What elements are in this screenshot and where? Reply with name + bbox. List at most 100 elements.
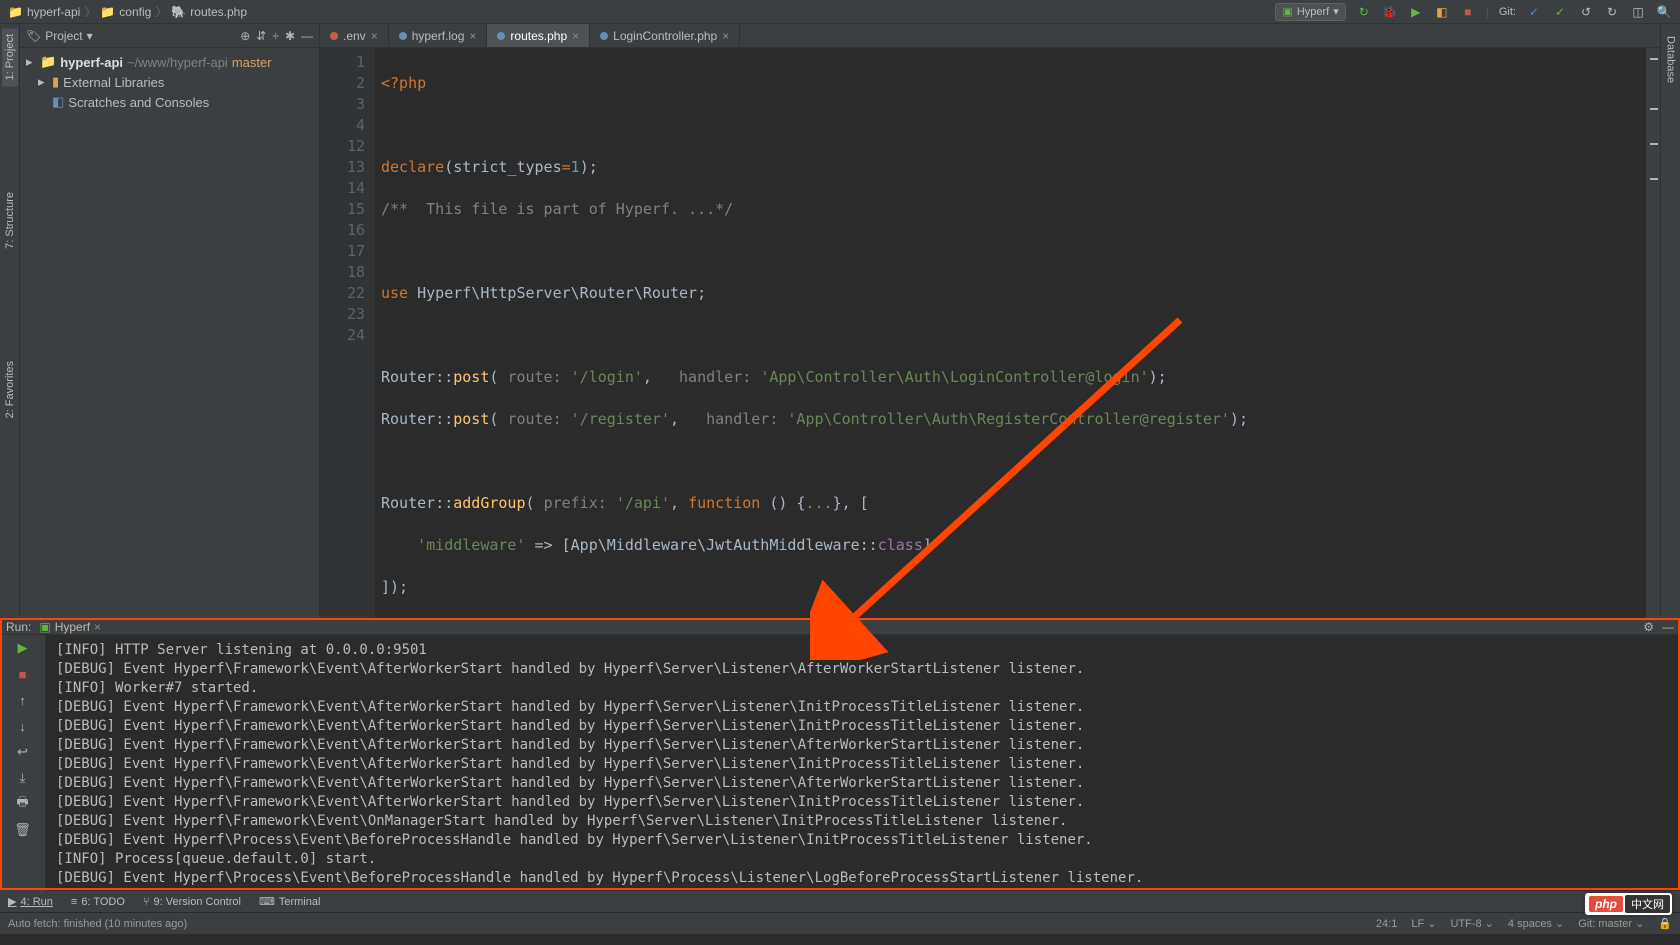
rollback-button[interactable]: ↻ (1604, 4, 1620, 20)
code-area[interactable]: <?php declare(strict_types=1); /** This … (375, 48, 1646, 618)
breadcrumb-item[interactable]: routes.php (190, 5, 247, 19)
caret-right-icon: ▸ (26, 54, 36, 70)
profiler-button[interactable]: ◧ (1434, 4, 1450, 20)
structure-toolwindow-tab[interactable]: 7: Structure (2, 186, 18, 255)
console-output[interactable]: [INFO] HTTP Server listening at 0.0.0.0:… (46, 635, 1680, 894)
close-icon[interactable]: × (572, 29, 579, 43)
project-toolwindow-tab[interactable]: 1: Project (2, 28, 18, 86)
breadcrumb-item[interactable]: hyperf-api (27, 5, 80, 19)
stop-button[interactable]: ■ (1460, 4, 1476, 20)
up-button[interactable]: ↑ (14, 691, 32, 709)
chevron-right-icon: 〉 (84, 3, 96, 20)
stop-button[interactable]: ■ (14, 665, 32, 683)
watermark-badge: php 中文网 (1585, 893, 1672, 915)
git-branch[interactable]: Git: master ⌄ (1578, 917, 1644, 930)
close-icon[interactable]: × (469, 29, 476, 43)
update-project-button[interactable]: ✓ (1526, 4, 1542, 20)
editor-tab-hyperf-log[interactable]: hyperf.log× (389, 24, 488, 47)
breadcrumb[interactable]: 📁 hyperf-api 〉 📁 config 〉 🐘 routes.php (8, 3, 247, 20)
run-tool-window: Run: ▣ Hyperf × ⚙ — ▶ ■ ↑ ↓ ↩ ⤓ 🖶 🗑 [INF… (0, 618, 1680, 890)
hide-button[interactable]: — (301, 29, 313, 43)
terminal-icon: ⌨ (259, 895, 275, 908)
rerun-button[interactable]: ▶ (14, 639, 32, 657)
chevron-down-icon: ▾ (1333, 5, 1339, 18)
folder-icon: 📁 (40, 54, 56, 70)
favorites-toolwindow-tab[interactable]: 2: Favorites (2, 355, 18, 424)
editor-tab-routes[interactable]: routes.php× (487, 24, 590, 47)
php-file-icon (497, 32, 505, 40)
editor-tab-env[interactable]: .env× (320, 24, 389, 47)
vcs-icon: ⑂ (143, 896, 150, 908)
rerun-button[interactable]: ↻ (1356, 4, 1372, 20)
run-tab-hyperf[interactable]: ▣ Hyperf × (39, 620, 101, 634)
breadcrumb-item[interactable]: config (119, 5, 151, 19)
tab-todo[interactable]: ≡6: TODO (71, 896, 125, 908)
caret-right-icon: ▸ (38, 74, 48, 90)
layout-button[interactable]: ◫ (1630, 4, 1646, 20)
project-title: Project (45, 29, 82, 43)
clear-button[interactable]: 🗑 (14, 821, 32, 839)
chevron-right-icon: 〉 (155, 3, 167, 20)
caret-position[interactable]: 24:1 (1376, 918, 1397, 930)
down-button[interactable]: ↓ (14, 717, 32, 735)
php-file-icon (600, 32, 608, 40)
padlock-icon[interactable]: 🔒 (1658, 917, 1672, 930)
editor-tabs: .env× hyperf.log× routes.php× LoginContr… (320, 24, 1660, 48)
php-file-icon: 🐘 (171, 5, 186, 19)
editor-scrollbar[interactable] (1646, 48, 1660, 618)
library-icon: ▮ (52, 74, 59, 90)
collapse-all-button[interactable]: ÷ (272, 29, 279, 43)
tab-version-control[interactable]: ⑂9: Version Control (143, 896, 241, 908)
hyperf-icon: ▣ (1282, 5, 1292, 18)
project-icon: 🏷 (26, 29, 41, 43)
run-label: Run: (6, 620, 31, 634)
database-toolwindow-tab[interactable]: Database (1663, 30, 1679, 89)
settings-button[interactable]: ✱ (285, 29, 295, 43)
search-everywhere-button[interactable]: 🔍 (1656, 4, 1672, 20)
tree-scratches[interactable]: ◧ Scratches and Consoles (20, 92, 319, 112)
folder-icon: 📁 (100, 5, 115, 19)
soft-wrap-button[interactable]: ↩ (14, 743, 32, 761)
env-file-icon (330, 32, 338, 40)
locate-file-button[interactable]: ⊕ (240, 29, 250, 43)
indent-settings[interactable]: 4 spaces ⌄ (1508, 917, 1564, 930)
run-icon: ▶ (8, 895, 16, 908)
left-tool-gutter: 1: Project 7: Structure 2: Favorites (0, 24, 20, 618)
hide-button[interactable]: — (1662, 620, 1674, 634)
close-icon[interactable]: × (371, 29, 378, 43)
coverage-button[interactable]: ▶ (1408, 4, 1424, 20)
tree-external-libraries[interactable]: ▸ ▮ External Libraries (20, 72, 319, 92)
history-button[interactable]: ↺ (1578, 4, 1594, 20)
print-button[interactable]: 🖶 (14, 795, 32, 813)
tab-run[interactable]: ▶4: Run (8, 895, 53, 908)
expand-all-button[interactable]: ⇵ (256, 29, 266, 43)
log-file-icon (399, 32, 407, 40)
separator: | (1486, 5, 1489, 19)
right-tool-gutter: Database (1660, 24, 1680, 618)
editor[interactable]: 1 2 3 4 12 13 14 15 16 17 18 22 23 24 <?… (320, 48, 1660, 618)
close-icon[interactable]: × (722, 29, 729, 43)
hyperf-icon: ▣ (39, 620, 50, 634)
line-number-gutter: 1 2 3 4 12 13 14 15 16 17 18 22 23 24 (320, 48, 375, 618)
run-toolbar: ▶ ■ ↑ ↓ ↩ ⤓ 🖶 🗑 (0, 635, 46, 894)
chevron-down-icon[interactable]: ▾ (87, 29, 93, 43)
git-label: Git: (1499, 6, 1516, 18)
scratches-icon: ◧ (52, 94, 64, 110)
tree-root[interactable]: ▸ 📁 hyperf-api ~/www/hyperf-api master (20, 52, 319, 72)
settings-button[interactable]: ⚙ (1643, 620, 1654, 634)
status-bar: Auto fetch: finished (10 minutes ago) 24… (0, 912, 1680, 934)
project-tool-window: 🏷 Project ▾ ⊕ ⇵ ÷ ✱ — ▸ 📁 hyperf-api ~/w… (20, 24, 320, 618)
scroll-to-end-button[interactable]: ⤓ (14, 769, 32, 787)
file-encoding[interactable]: UTF-8 ⌄ (1450, 917, 1493, 930)
editor-tab-login-controller[interactable]: LoginController.php× (590, 24, 740, 47)
navigation-bar: 📁 hyperf-api 〉 📁 config 〉 🐘 routes.php ▣… (0, 0, 1680, 24)
status-message: Auto fetch: finished (10 minutes ago) (8, 918, 187, 930)
run-configuration-selector[interactable]: ▣ Hyperf ▾ (1275, 3, 1345, 21)
line-separator[interactable]: LF ⌄ (1411, 917, 1436, 930)
close-icon[interactable]: × (94, 620, 101, 634)
commit-button[interactable]: ✓ (1552, 4, 1568, 20)
tab-terminal[interactable]: ⌨Terminal (259, 895, 320, 908)
folder-icon: 📁 (8, 5, 23, 19)
todo-icon: ≡ (71, 896, 77, 908)
debug-button[interactable]: 🐞 (1382, 4, 1398, 20)
